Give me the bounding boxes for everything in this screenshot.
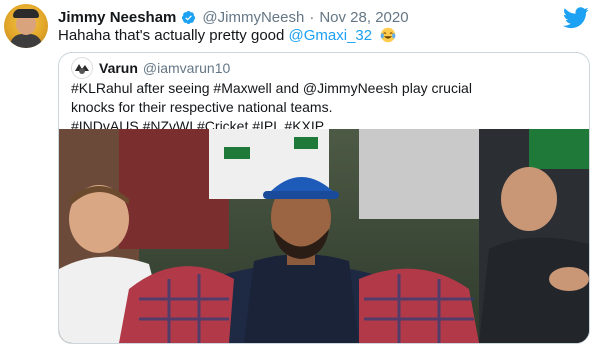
- verified-badge-icon: [182, 10, 196, 24]
- author-handle[interactable]: @JimmyNeesh: [202, 9, 304, 26]
- tweet-header: Jimmy Neesham @JimmyNeesh · Nov 28, 2020: [58, 6, 409, 28]
- quoted-tweet-text: #KLRahul after seeing #Maxwell and @Jimm…: [71, 79, 581, 136]
- quoted-author-handle[interactable]: @iamvarun10: [143, 60, 230, 76]
- tweet-card: Jimmy Neesham @JimmyNeesh · Nov 28, 2020…: [0, 0, 600, 344]
- quoted-author-avatar[interactable]: [71, 57, 93, 79]
- header-separator: ·: [309, 8, 315, 26]
- tweet-text: Hahaha that's actually pretty good @Gmax…: [58, 26, 396, 46]
- mention-link[interactable]: @Gmaxi_32: [289, 27, 373, 44]
- quoted-tweet[interactable]: Varun @iamvarun10 #KLRahul after seeing …: [58, 52, 590, 344]
- quoted-author-name[interactable]: Varun: [99, 60, 138, 76]
- author-avatar[interactable]: [4, 4, 48, 48]
- quoted-tweet-header: Varun @iamvarun10: [71, 57, 230, 79]
- twitter-bird-icon[interactable]: [563, 7, 589, 29]
- crying-laughing-emoji-icon: [380, 27, 396, 43]
- tweet-date[interactable]: Nov 28, 2020: [319, 9, 408, 26]
- tweet-text-content: Hahaha that's actually pretty good: [58, 27, 289, 44]
- author-name[interactable]: Jimmy Neesham: [58, 9, 176, 26]
- stadium-crowd-photo: [59, 129, 589, 343]
- quoted-text-line-1: #KLRahul after seeing #Maxwell and @Jimm…: [71, 80, 472, 96]
- quoted-text-line-2: knocks for their respective national tea…: [71, 99, 333, 115]
- quoted-tweet-photo[interactable]: [59, 129, 589, 343]
